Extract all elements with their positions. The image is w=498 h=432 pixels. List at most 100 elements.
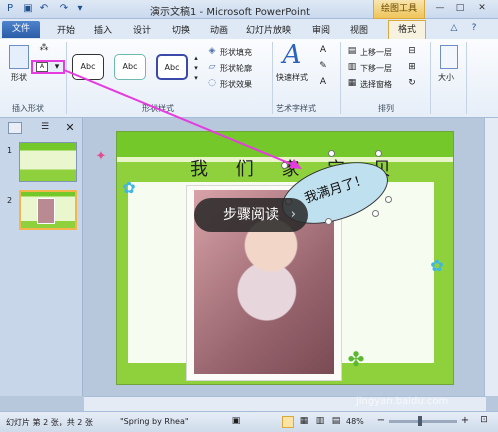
text-outline-icon[interactable]: ✎ [316,61,330,73]
shape-outline-icon[interactable]: ▱ [206,62,218,74]
quick-access-customize-icon[interactable]: ▾ [74,3,86,15]
bring-forward-icon[interactable]: ▤ [346,46,358,58]
tab-design[interactable]: 设计 [133,23,151,36]
language-icon[interactable]: ▣ [230,416,242,428]
shape-style-2[interactable]: Abc [114,54,146,80]
zoom-in-icon[interactable]: + [460,415,470,427]
shape-outline-label[interactable]: 形状轮廓 [220,63,252,74]
shape-effects-icon[interactable]: ◌ [206,78,218,90]
undo-icon[interactable]: ↶ [38,3,50,15]
text-fill-icon[interactable]: A [316,45,330,57]
slides-tab-icon[interactable] [8,122,22,134]
context-tab-title: 绘图工具 [373,0,425,19]
shapes-label: 形状 [11,73,27,82]
rotate-icon[interactable]: ↻ [406,78,418,90]
watermark: jingyan.baidu.com [356,396,449,407]
send-backward-label[interactable]: 下移一层 [360,63,392,74]
clover-decoration-icon: ✤ [347,347,365,371]
dropdown-icon: ▾ [54,62,60,72]
shape-styles-group-label: 形状样式 [142,104,174,113]
size-icon[interactable] [440,45,458,69]
shape-fill-icon[interactable]: ◈ [206,46,218,58]
send-backward-icon[interactable]: ▥ [346,62,358,74]
minimize-ribbon-icon[interactable]: △ [448,22,460,34]
shape-fill-label[interactable]: 形状填充 [220,47,252,58]
wordart-group-label: 艺术字样式 [276,104,316,113]
quick-styles-label[interactable]: 快速样式 [276,72,308,83]
group-divider [430,42,431,114]
window-title: 演示文稿1 - Microsoft PowerPoint [150,7,311,18]
theme-name: "Spring by Rhea" [120,417,189,426]
slide-info: 幻灯片 第 2 张，共 2 张 [6,418,93,427]
zoom-slider[interactable] [389,420,457,423]
slide-number-1: 1 [7,146,13,155]
bring-forward-label[interactable]: 上移一层 [360,47,392,58]
ribbon: 形状 ⁂ A ▾ 插入形状 Abc Abc Abc ▴ ▾ ▾ ◈ 形状填充 ▱ 形… [0,39,498,118]
slide-sorter-icon[interactable]: ▦ [298,416,310,428]
status-bar: 幻灯片 第 2 张，共 2 张 "Spring by Rhea" ▣ ▦ ▥ ▤… [0,411,498,432]
tab-home[interactable]: 开始 [57,23,75,36]
text-effects-icon[interactable]: A [316,77,330,89]
slideshow-icon[interactable]: ▤ [330,416,342,428]
selection-handle[interactable] [281,162,288,169]
outline-tab-icon[interactable]: ☰ [38,122,52,134]
slides-pane: ☰ ✕ 1 2 [0,118,83,396]
group-icon[interactable]: ⊞ [406,62,418,74]
step-reading-overlay[interactable]: 步骤阅读 › [194,198,308,232]
help-icon[interactable]: ? [468,22,480,34]
slide-number-2: 2 [7,196,13,205]
app-logo-icon: P [6,3,14,14]
arrange-group-label: 排列 [378,104,394,113]
edit-shape-icon[interactable]: ⁂ [36,43,52,55]
group-divider [272,42,273,114]
insert-shapes-group-label: 插入形状 [12,104,44,113]
styles-scroll-icon[interactable]: ▴ ▾ ▾ [192,53,200,83]
minimize-button[interactable]: — [432,1,448,15]
selection-handle[interactable] [328,150,335,157]
selection-handle[interactable] [325,218,332,225]
flower-decoration-icon: ✿ [122,178,136,197]
align-icon[interactable]: ⊟ [406,46,418,58]
selection-pane-label[interactable]: 选择窗格 [360,79,392,90]
thumbnail-photo [37,198,55,224]
group-divider [340,42,341,114]
vertical-scrollbar[interactable] [484,118,498,396]
selection-pane-icon[interactable]: ▦ [346,78,358,90]
shapes-icon[interactable] [9,45,29,69]
close-pane-icon[interactable]: ✕ [64,122,76,134]
tab-review[interactable]: 审阅 [312,23,330,36]
selection-handle[interactable] [375,150,382,157]
selection-handle[interactable] [385,196,392,203]
slide-thumbnail-2[interactable] [19,190,77,230]
shape-style-3[interactable]: Abc [156,54,188,80]
zoom-out-icon[interactable]: − [376,415,386,427]
bird-decoration-icon: ✦ [95,149,107,164]
fit-to-window-icon[interactable]: ⊡ [478,415,490,427]
reading-view-icon[interactable]: ▥ [314,416,326,428]
zoom-slider-thumb[interactable] [418,416,422,426]
pane-tabs: ☰ ✕ [8,122,78,136]
shape-style-1[interactable]: Abc [72,54,104,80]
tab-transitions[interactable]: 切换 [172,23,190,36]
tab-animations[interactable]: 动画 [210,23,228,36]
tab-slideshow[interactable]: 幻灯片放映 [246,23,291,36]
maximize-button[interactable]: □ [452,1,468,15]
tab-format[interactable]: 格式 [388,20,426,39]
normal-view-icon[interactable] [282,416,294,428]
zoom-level[interactable]: 48% [346,417,364,426]
tab-view[interactable]: 视图 [350,23,368,36]
ribbon-tabs: 文件 开始 插入 设计 切换 动画 幻灯片放映 审阅 视图 格式 △ ? [0,19,498,39]
group-divider [66,42,67,114]
save-icon[interactable]: ▣ [22,3,34,15]
size-label[interactable]: 大小 [438,72,454,83]
chevron-right-icon: › [290,207,296,222]
slide-thumbnail-1[interactable] [19,142,77,182]
redo-icon[interactable]: ↷ [58,3,70,15]
shape-effects-label[interactable]: 形状效果 [220,79,252,90]
close-button[interactable]: ✕ [474,1,490,15]
tab-file[interactable]: 文件 [2,21,40,38]
tab-insert[interactable]: 插入 [94,23,112,36]
selection-handle[interactable] [372,210,379,217]
wordart-icon[interactable]: A [281,41,303,69]
flower-decoration-icon: ✿ [430,256,444,275]
